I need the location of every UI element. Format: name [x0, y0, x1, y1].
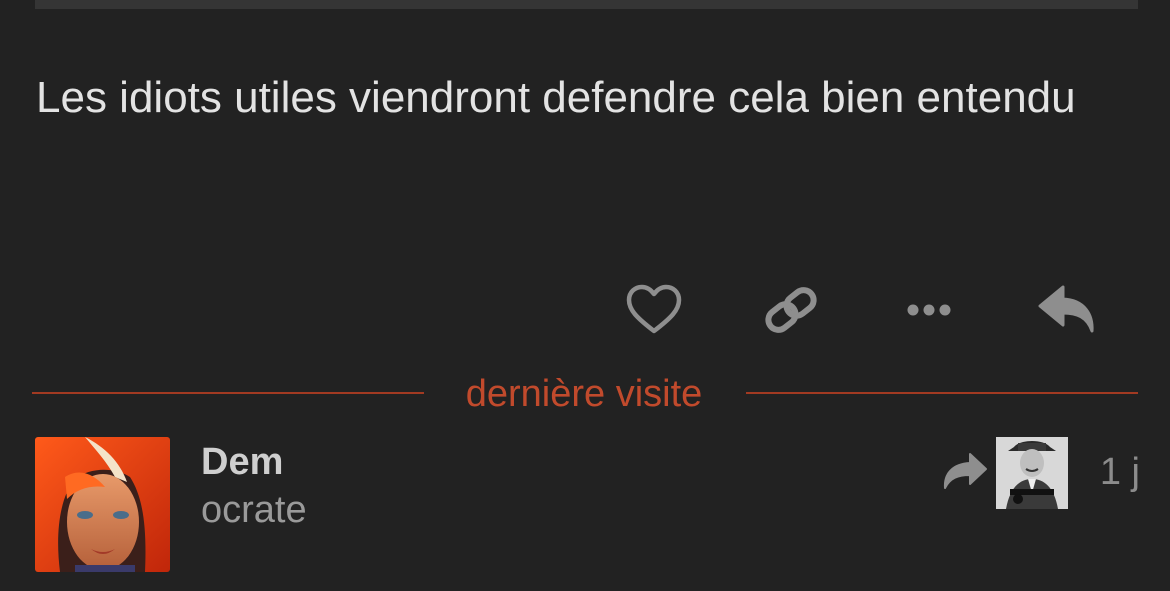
link-icon: [765, 287, 817, 333]
divider-line-right: [746, 392, 1138, 394]
share-arrow-icon: [943, 453, 987, 489]
topic-view: Les idiots utiles viendront defendre cel…: [0, 0, 1170, 591]
heart-icon: [626, 284, 682, 334]
more-icon: [907, 304, 951, 316]
like-button[interactable]: [624, 280, 684, 340]
copy-link-button[interactable]: [761, 280, 821, 340]
divider-line-left: [32, 392, 424, 394]
more-actions-button[interactable]: [899, 280, 959, 340]
post-actions: [0, 280, 1170, 340]
reply-to-avatar[interactable]: [996, 437, 1068, 509]
reply-button[interactable]: [1037, 280, 1097, 340]
reply-icon: [1038, 285, 1094, 333]
post-body: Les idiots utiles viendront defendre cel…: [36, 73, 1076, 122]
reply-to-link[interactable]: [940, 452, 988, 492]
last-visit-label: dernière visite: [465, 373, 703, 415]
previous-post-bottom-edge: [35, 0, 1138, 9]
last-visit-divider: dernière visite: [0, 364, 1170, 424]
username[interactable]: Dem: [201, 438, 283, 486]
avatar[interactable]: [35, 437, 170, 572]
post-date[interactable]: 1 j: [1080, 446, 1140, 498]
user-subtitle: ocrate: [201, 489, 307, 531]
